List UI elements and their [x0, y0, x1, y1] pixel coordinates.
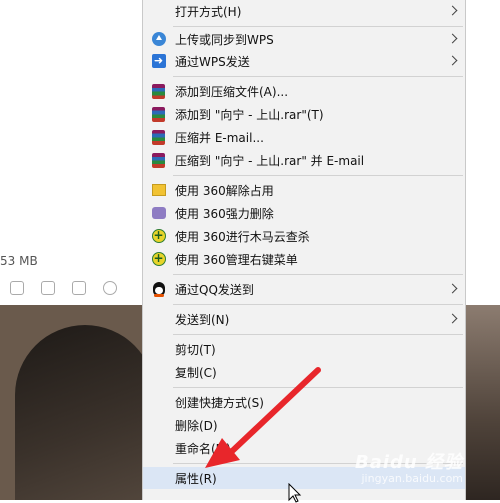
mouse-cursor-icon: [288, 483, 302, 503]
watermark-domain: jingyan.baidu.com: [361, 472, 464, 485]
watermark-brand: Baidu 经验: [355, 452, 464, 473]
annotation-arrow: [205, 367, 321, 468]
baidu-watermark: Baidu 经验 jingyan.baidu.com: [355, 448, 463, 485]
